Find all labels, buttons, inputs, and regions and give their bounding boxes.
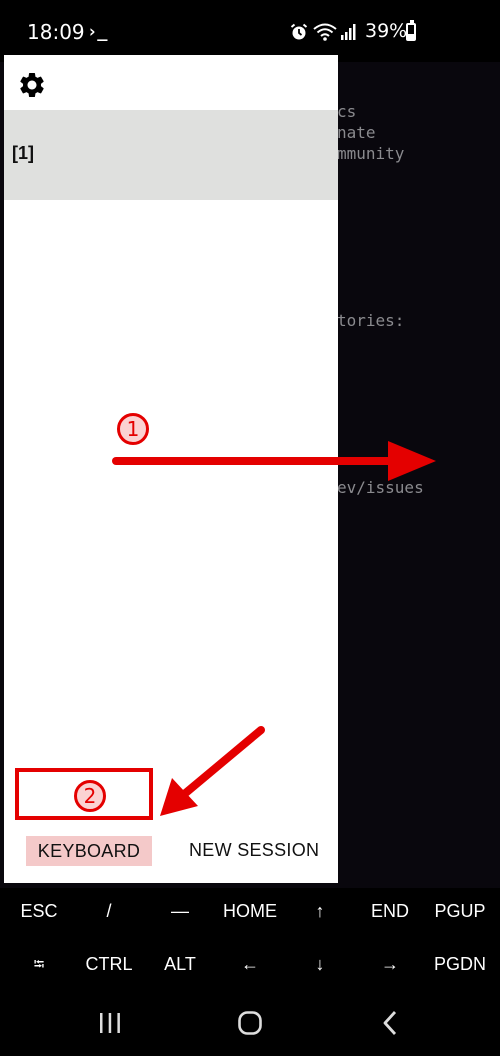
step-2-badge: 2 bbox=[74, 780, 106, 812]
pointer-arrow-line bbox=[178, 726, 265, 800]
swipe-arrowhead-icon bbox=[388, 441, 436, 481]
annotation-overlay bbox=[112, 441, 436, 816]
step-1-badge: 1 bbox=[117, 413, 149, 445]
